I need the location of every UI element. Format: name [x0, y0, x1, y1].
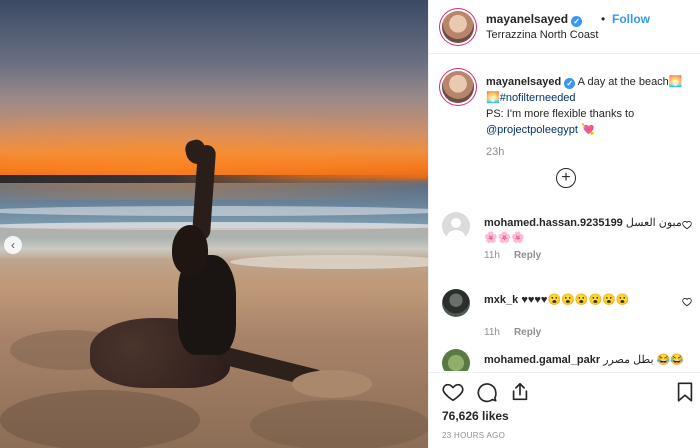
author-avatar[interactable]: [442, 71, 474, 103]
load-more-comments-button[interactable]: +: [556, 168, 576, 188]
post-actions: 76,626 likes 23 HOURS AGO: [429, 372, 700, 448]
follow-button[interactable]: Follow: [612, 12, 650, 26]
comment-meta: 11h Reply: [484, 327, 541, 338]
hashtag-link[interactable]: #nofilterneeded: [500, 92, 576, 104]
caption-emoji: 🌅: [486, 92, 500, 104]
reply-button[interactable]: Reply: [514, 327, 541, 338]
author-username[interactable]: mayanelsayed ✓: [486, 12, 583, 27]
post-photo[interactable]: ‹: [0, 0, 428, 448]
commenter-avatar[interactable]: [442, 212, 470, 240]
likes-count[interactable]: 76,626 likes: [442, 409, 509, 423]
post-header: mayanelsayed ✓ • Follow Terrazzina North …: [429, 0, 700, 54]
caption-text: mayanelsayed ✓ A day at the beach🌅 🌅#nofi…: [486, 74, 696, 138]
wave: [0, 206, 428, 216]
comment-time[interactable]: 11h: [484, 250, 500, 261]
sand-dune: [0, 390, 200, 448]
author-avatar[interactable]: [442, 11, 474, 43]
comment-item: mohamed.hassan.9235199 مبون العسل 🌸🌸🌸 11…: [442, 212, 692, 272]
comments-list[interactable]: mayanelsayed ✓ A day at the beach🌅 🌅#nofi…: [429, 55, 700, 371]
caption-line: PS: I'm more flexible thanks to: [486, 108, 635, 120]
comment-item: mohamed.gamal_pakr بطل مصرر 😂😂: [442, 349, 692, 371]
commenter-username[interactable]: mxk_k: [484, 294, 518, 306]
post-location[interactable]: Terrazzina North Coast: [486, 29, 599, 41]
mention-link[interactable]: @projectpoleegypt: [486, 124, 578, 136]
commenter-avatar[interactable]: [442, 289, 470, 317]
commenter-username[interactable]: mohamed.gamal_pakr: [484, 354, 600, 366]
post-timestamp[interactable]: 23 HOURS AGO: [442, 431, 505, 440]
verified-badge-icon: ✓: [571, 16, 583, 27]
verified-badge-icon: ✓: [564, 78, 576, 89]
caption-emoji: 💘: [580, 124, 595, 136]
carousel-prev-button[interactable]: ‹: [4, 236, 22, 254]
comment-text: mxk_k ♥♥♥♥😮😮😮😮😮😮: [484, 293, 694, 308]
bookmark-icon[interactable]: [674, 381, 696, 403]
caption-line: A day at the beach🌅: [577, 76, 683, 88]
comment-body: بطل مصرر 😂😂: [603, 354, 684, 366]
caption-username[interactable]: mayanelsayed ✓: [486, 76, 576, 89]
commenter-username[interactable]: mohamed.hassan.9235199: [484, 217, 623, 229]
chevron-left-icon: ‹: [11, 238, 15, 252]
sand-dune: [250, 400, 428, 448]
caption-timestamp[interactable]: 23h: [486, 146, 504, 158]
comment-like-heart-icon[interactable]: [682, 220, 692, 230]
comment-meta: 11h Reply: [484, 250, 541, 261]
heart-icon[interactable]: [442, 381, 464, 403]
comment-like-heart-icon[interactable]: [682, 297, 692, 307]
share-icon[interactable]: [509, 381, 531, 403]
post-side-panel: mayanelsayed ✓ • Follow Terrazzina North …: [428, 0, 700, 448]
comment-time[interactable]: 11h: [484, 327, 500, 338]
sand-pile: [292, 370, 372, 398]
plus-circle-icon: +: [561, 169, 571, 186]
comment-text: mohamed.hassan.9235199 مبون العسل 🌸🌸🌸: [484, 216, 694, 246]
commenter-avatar[interactable]: [442, 349, 470, 371]
comment-body: ♥♥♥♥😮😮😮😮😮😮: [521, 294, 630, 306]
comment-text: mohamed.gamal_pakr بطل مصرر 😂😂: [484, 353, 694, 368]
comment-item: mxk_k ♥♥♥♥😮😮😮😮😮😮 11h Reply: [442, 289, 692, 349]
comment-bubble-icon[interactable]: [476, 381, 498, 403]
woman-silhouette-head: [172, 225, 208, 275]
separator-dot: •: [601, 12, 606, 26]
reply-button[interactable]: Reply: [514, 250, 541, 261]
